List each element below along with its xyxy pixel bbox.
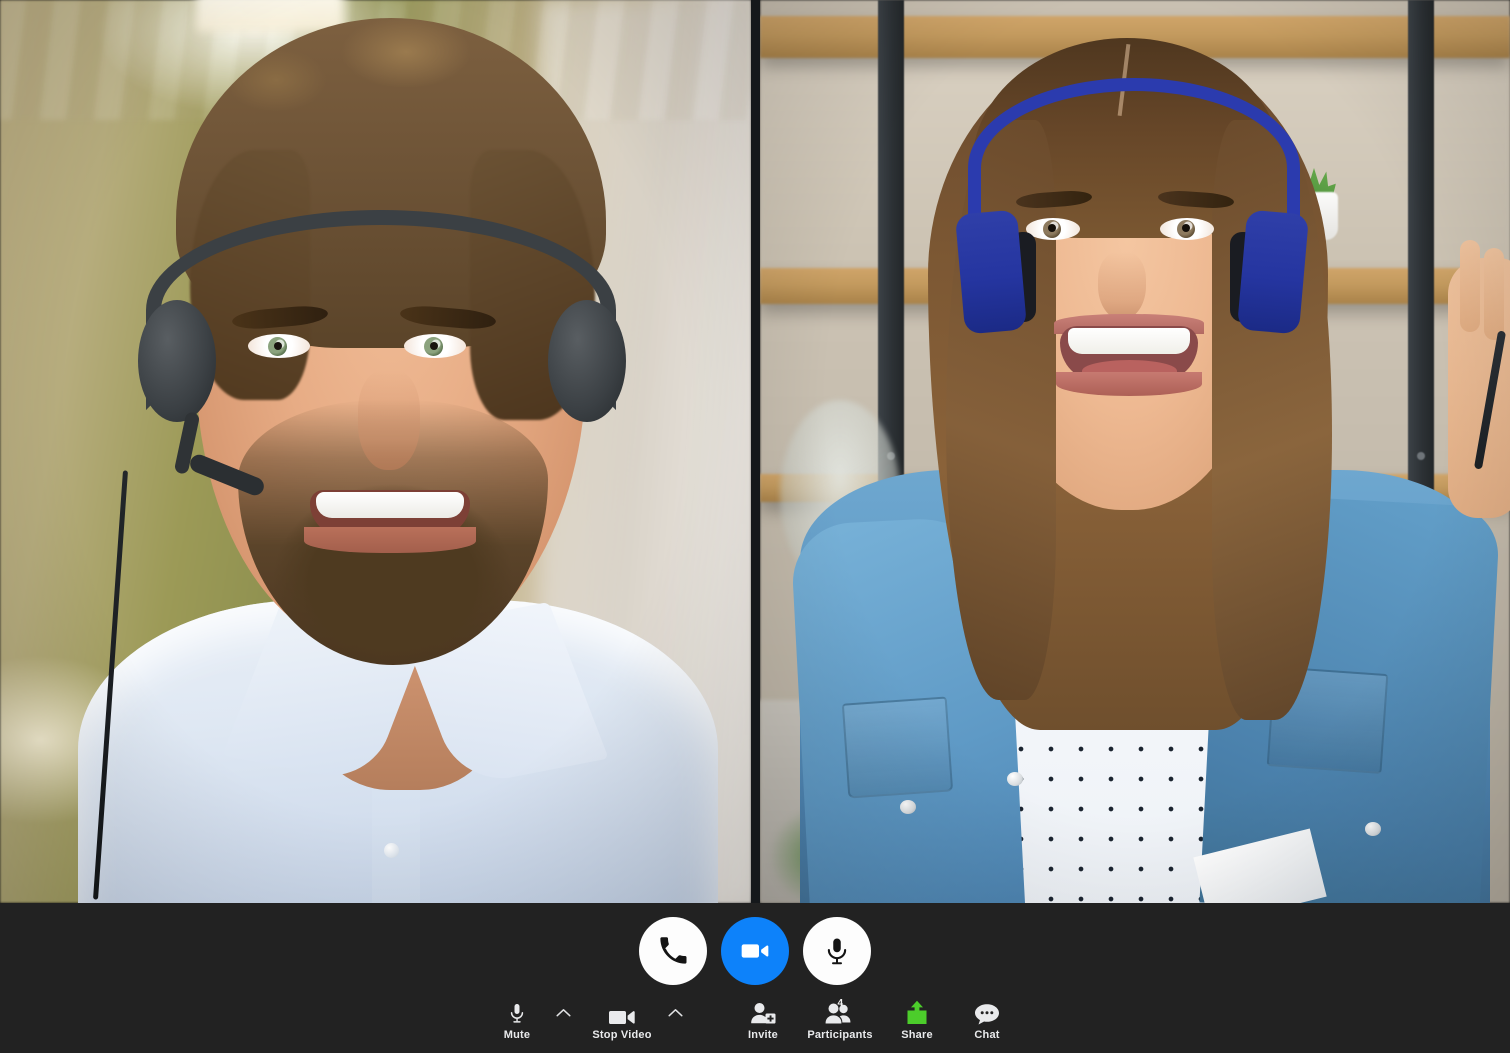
video-grid xyxy=(0,0,1510,903)
microphone-icon xyxy=(507,1000,527,1026)
chat-label: Chat xyxy=(974,1029,1000,1041)
audio-options-chevron-up-icon[interactable] xyxy=(552,999,574,1025)
invite-label: Invite xyxy=(748,1029,778,1041)
denim-snap xyxy=(1365,822,1381,836)
participants-label: Participants xyxy=(807,1029,873,1041)
participant-tile-left[interactable] xyxy=(0,0,751,903)
phone-icon xyxy=(658,936,688,966)
participant-tile-right[interactable] xyxy=(760,0,1510,903)
mute-label: Mute xyxy=(503,1029,531,1041)
person-add-icon xyxy=(750,1000,776,1026)
invite-button[interactable]: Invite xyxy=(728,998,798,1041)
womans-nose xyxy=(1098,252,1146,320)
end-call-button[interactable] xyxy=(639,917,707,985)
stop-video-button[interactable]: Stop Video xyxy=(580,998,664,1041)
microphone-button[interactable] xyxy=(803,917,871,985)
headphones-earcup-left xyxy=(954,209,1028,335)
mans-teeth xyxy=(316,492,464,518)
people-icon: 4 xyxy=(825,998,855,1026)
finger xyxy=(1484,248,1504,340)
participants-count-badge: 4 xyxy=(837,998,843,1009)
headset-earcup-right xyxy=(548,300,626,422)
secondary-controls: Mute Stop Video Invite 4 Participants Sh… xyxy=(0,998,1510,1041)
denim-pocket-left xyxy=(841,696,954,799)
tile-divider xyxy=(751,0,760,903)
video-call-app: Mute Stop Video Invite 4 Participants Sh… xyxy=(0,0,1510,1053)
womans-lower-lip xyxy=(1056,372,1202,396)
shelf-post-bolt xyxy=(1417,452,1425,460)
denim-snap xyxy=(900,800,916,814)
video-camera-icon xyxy=(608,1000,636,1026)
stop-video-label: Stop Video xyxy=(592,1029,652,1041)
primary-controls xyxy=(0,917,1510,985)
mans-lower-lip xyxy=(304,527,476,553)
share-screen-icon xyxy=(904,1000,930,1026)
headphones-earcup-right xyxy=(1236,209,1310,335)
video-icon xyxy=(739,935,771,967)
womans-teeth xyxy=(1068,328,1190,354)
shirt-button xyxy=(384,843,399,858)
share-label: Share xyxy=(901,1029,933,1041)
chat-button[interactable]: Chat xyxy=(952,998,1022,1041)
call-toolbar: Mute Stop Video Invite 4 Participants Sh… xyxy=(0,903,1510,1053)
chat-bubble-icon xyxy=(974,1000,1000,1026)
share-button[interactable]: Share xyxy=(882,998,952,1041)
headset-earcup-left xyxy=(138,300,216,422)
headset-band xyxy=(146,210,616,410)
finger xyxy=(1460,240,1480,332)
mic-icon xyxy=(822,936,852,966)
denim-snap xyxy=(1007,772,1023,786)
mute-button[interactable]: Mute xyxy=(482,998,552,1041)
video-options-chevron-up-icon[interactable] xyxy=(664,999,686,1025)
ceiling-light xyxy=(196,0,344,32)
video-button[interactable] xyxy=(721,917,789,985)
participants-button[interactable]: 4 Participants xyxy=(798,998,882,1041)
